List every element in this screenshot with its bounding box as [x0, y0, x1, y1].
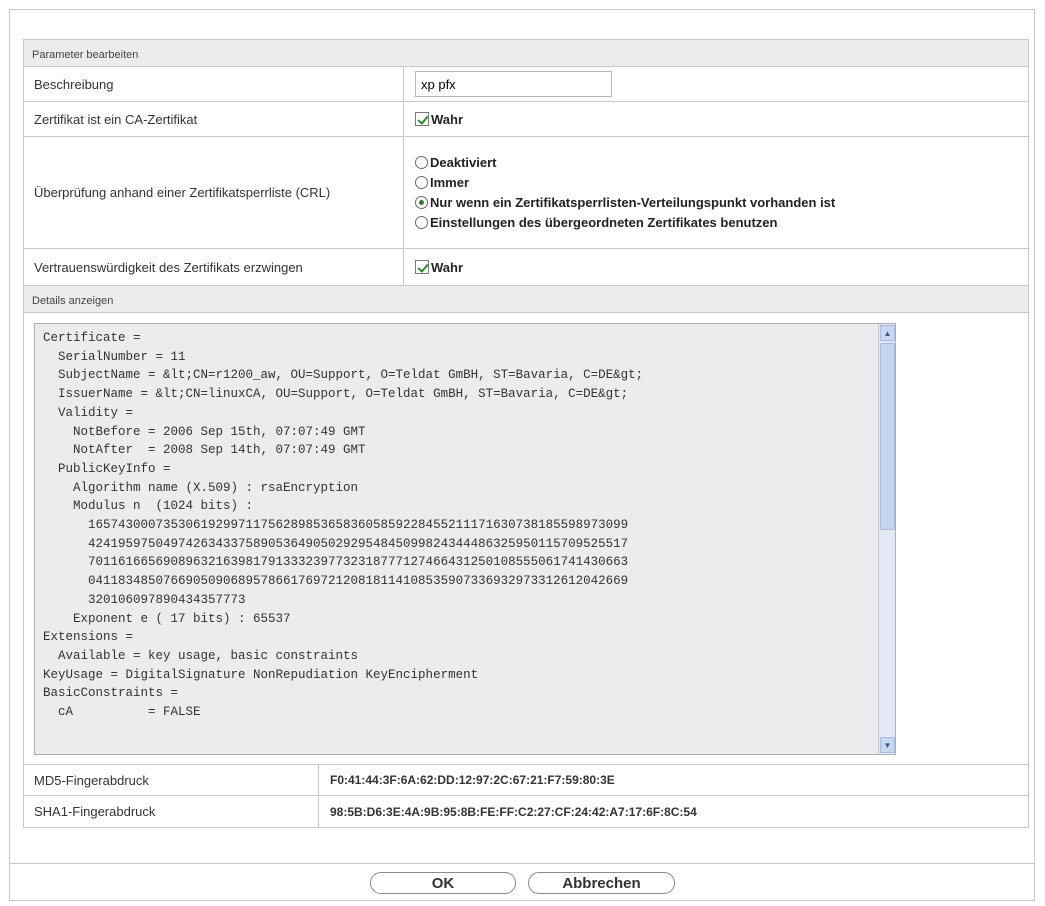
ca-label: Zertifikat ist ein CA-Zertifikat — [24, 102, 404, 136]
scrollbar-thumb[interactable] — [880, 343, 895, 530]
vertical-scrollbar[interactable]: ▲ ▼ — [878, 324, 895, 754]
radio-icon[interactable] — [415, 216, 428, 229]
section-header-edit: Parameter bearbeiten — [24, 40, 1028, 67]
crl-option-label: Nur wenn ein Zertifikatsperrlisten-Verte… — [430, 195, 836, 210]
scroll-down-arrow-icon[interactable]: ▼ — [880, 737, 895, 753]
description-input[interactable] — [415, 71, 612, 97]
dialog-frame: Parameter bearbeiten Beschreibung Zertif… — [9, 9, 1035, 901]
description-label: Beschreibung — [24, 67, 404, 101]
scroll-up-arrow-icon[interactable]: ▲ — [880, 325, 895, 341]
md5-label: MD5-Fingerabdruck — [24, 765, 319, 795]
crl-value-cell: Deaktiviert Immer Nur wenn ein Zertifika… — [404, 137, 1028, 248]
crl-radio-group: Deaktiviert Immer Nur wenn ein Zertifika… — [415, 149, 835, 236]
crl-option-label: Immer — [430, 175, 470, 190]
crl-label: Überprüfung anhand einer Zertifikatsperr… — [24, 137, 404, 248]
ca-value-cell: Wahr — [404, 102, 1028, 136]
md5-value: F0:41:44:3F:6A:62:DD:12:97:2C:67:21:F7:5… — [330, 773, 615, 787]
trust-checkbox-label: Wahr — [431, 259, 464, 275]
radio-icon[interactable] — [415, 176, 428, 189]
section-header-details: Details anzeigen — [24, 286, 1028, 313]
trust-label: Vertrauenswürdigkeit des Zertifikats erz… — [24, 249, 404, 285]
crl-option-label: Einstellungen des übergeordneten Zertifi… — [430, 215, 778, 230]
crl-option-distribution-point[interactable]: Nur wenn ein Zertifikatsperrlisten-Verte… — [415, 195, 835, 210]
radio-selected-icon[interactable] — [415, 196, 428, 209]
sha1-row: SHA1-Fingerabdruck 98:5B:D6:3E:4A:9B:95:… — [24, 796, 1028, 827]
crl-row: Überprüfung anhand einer Zertifikatsperr… — [24, 137, 1028, 249]
ca-checkbox[interactable] — [415, 112, 429, 126]
description-row: Beschreibung — [24, 67, 1028, 102]
crl-option-label: Deaktiviert — [430, 155, 497, 170]
trust-checkbox[interactable] — [415, 260, 429, 274]
trust-row: Vertrauenswürdigkeit des Zertifikats erz… — [24, 249, 1028, 286]
trust-value-cell: Wahr — [404, 249, 1028, 285]
details-body: Certificate = SerialNumber = 11 SubjectN… — [24, 313, 1028, 765]
description-value-cell — [404, 67, 1028, 101]
certificate-textarea[interactable]: Certificate = SerialNumber = 11 SubjectN… — [34, 323, 896, 755]
crl-option-deactivated[interactable]: Deaktiviert — [415, 155, 835, 170]
md5-row: MD5-Fingerabdruck F0:41:44:3F:6A:62:DD:1… — [24, 765, 1028, 796]
button-bar: OK Abbrechen — [10, 863, 1034, 900]
radio-icon[interactable] — [415, 156, 428, 169]
certificate-text: Certificate = SerialNumber = 11 SubjectN… — [43, 331, 644, 720]
ok-button[interactable]: OK — [370, 872, 516, 894]
cancel-button[interactable]: Abbrechen — [528, 872, 675, 894]
ca-row: Zertifikat ist ein CA-Zertifikat Wahr — [24, 102, 1028, 137]
ca-checkbox-label: Wahr — [431, 111, 464, 127]
sha1-value: 98:5B:D6:3E:4A:9B:95:8B:FE:FF:C2:27:CF:2… — [330, 804, 697, 819]
sha1-label: SHA1-Fingerabdruck — [24, 796, 319, 827]
settings-panel: Parameter bearbeiten Beschreibung Zertif… — [23, 39, 1029, 828]
crl-option-always[interactable]: Immer — [415, 175, 835, 190]
crl-option-parent-settings[interactable]: Einstellungen des übergeordneten Zertifi… — [415, 215, 835, 230]
